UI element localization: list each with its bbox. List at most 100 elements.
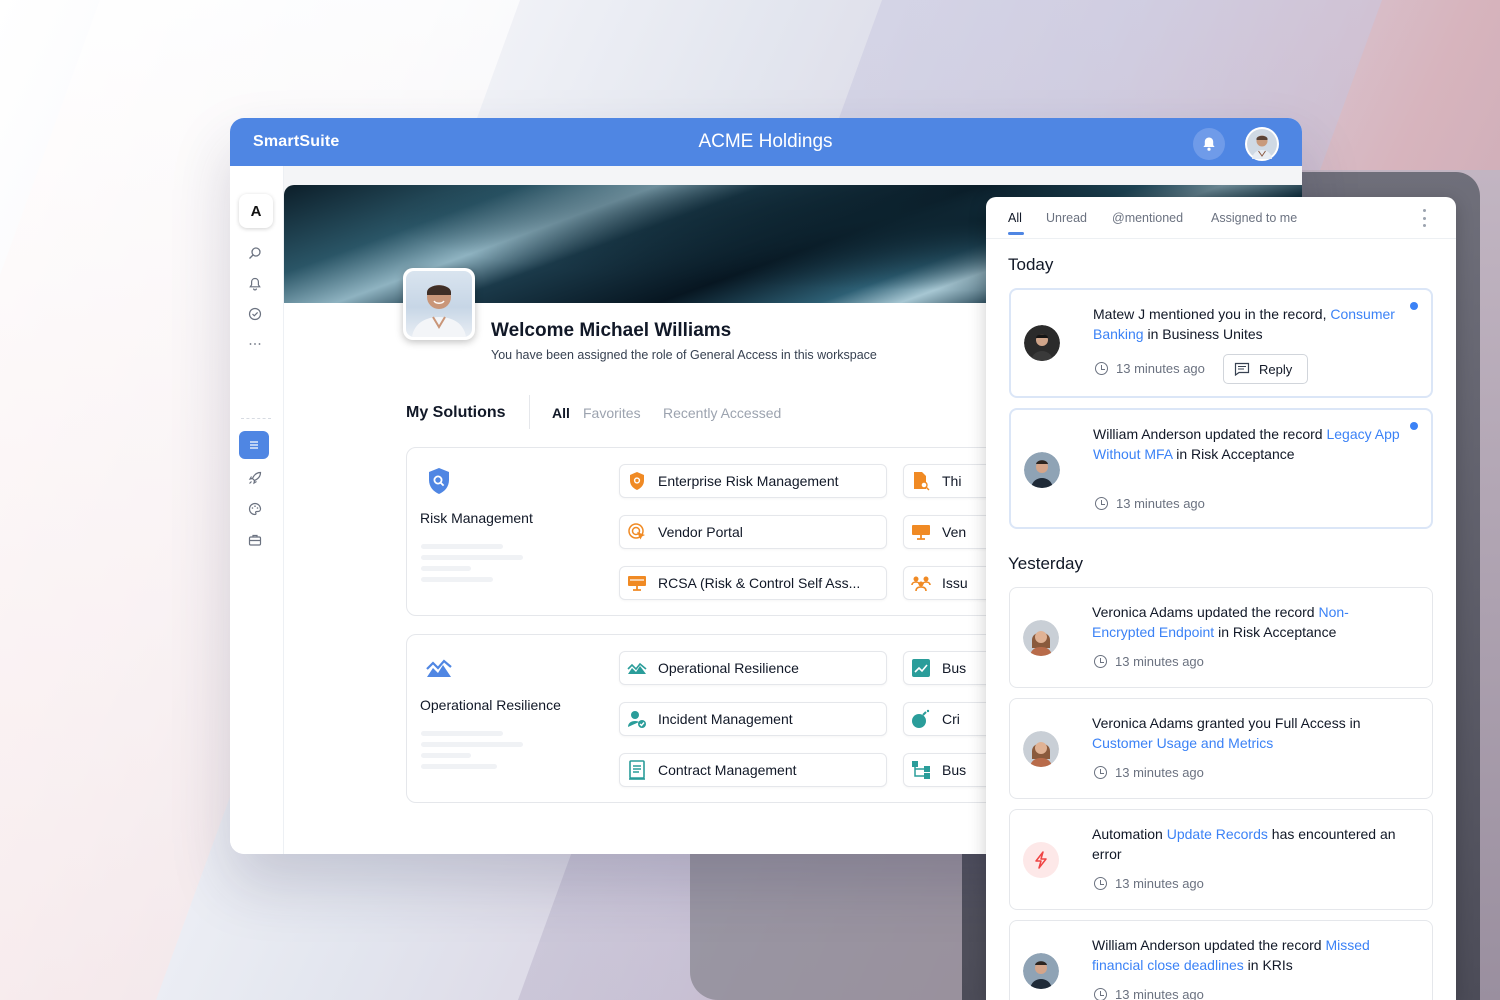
profile-photo bbox=[403, 268, 475, 340]
record-link[interactable]: Update Records bbox=[1167, 826, 1268, 842]
timestamp: 13 minutes ago bbox=[1094, 987, 1204, 1000]
palette-icon[interactable] bbox=[245, 499, 265, 519]
app-label: Incident Management bbox=[658, 711, 793, 727]
clock-icon bbox=[1095, 497, 1108, 510]
chart-up-icon bbox=[910, 657, 932, 679]
placeholder-line bbox=[421, 764, 497, 769]
bell-icon[interactable] bbox=[245, 274, 265, 294]
my-solutions-title: My Solutions bbox=[406, 404, 506, 421]
list-icon[interactable] bbox=[239, 431, 269, 459]
app-label: Operational Resilience bbox=[658, 660, 799, 676]
tab-favorites[interactable]: Favorites bbox=[583, 405, 641, 421]
notifications-panel: All Unread @mentioned Assigned to me Tod… bbox=[986, 197, 1456, 1000]
placeholder-line bbox=[421, 555, 523, 560]
timestamp: 13 minutes ago bbox=[1094, 765, 1204, 780]
clock-icon bbox=[1094, 988, 1107, 1000]
monitor-icon bbox=[910, 521, 932, 543]
clock-icon bbox=[1095, 362, 1108, 375]
profile-image bbox=[412, 285, 466, 337]
notification-item[interactable]: Veronica Adams updated the record Non-En… bbox=[1009, 587, 1433, 688]
app-incident-management[interactable]: Incident Management bbox=[619, 702, 887, 736]
lightning-icon bbox=[1035, 851, 1047, 869]
app-label: Bus bbox=[942, 660, 967, 676]
notification-item[interactable]: William Anderson updated the record Lega… bbox=[1009, 408, 1433, 529]
app-label: Contract Management bbox=[658, 762, 797, 778]
check-circle-icon[interactable] bbox=[245, 304, 265, 324]
notifications-button[interactable] bbox=[1193, 128, 1225, 160]
placeholder-line bbox=[421, 544, 503, 549]
workspace-badge[interactable]: A bbox=[239, 194, 273, 228]
placeholder-line bbox=[421, 731, 503, 736]
notification-tabs: All Unread @mentioned Assigned to me bbox=[986, 197, 1456, 239]
notification-text: Veronica Adams updated the record Non-En… bbox=[1092, 604, 1349, 640]
app-label: Issu bbox=[942, 575, 968, 591]
user-avatar[interactable] bbox=[1245, 127, 1279, 161]
tab-assigned-to-me[interactable]: Assigned to me bbox=[1211, 211, 1297, 225]
app-label: RCSA (Risk & Control Self Ass... bbox=[658, 575, 861, 591]
comment-icon bbox=[1234, 362, 1250, 376]
timestamp: 13 minutes ago bbox=[1094, 654, 1204, 669]
timestamp: 13 minutes ago bbox=[1094, 876, 1204, 891]
timestamp: 13 minutes ago bbox=[1095, 496, 1205, 511]
active-tab-indicator bbox=[1008, 232, 1024, 235]
clock-icon bbox=[1094, 655, 1107, 668]
tab-recently-accessed[interactable]: Recently Accessed bbox=[663, 405, 781, 421]
placeholder-line bbox=[421, 742, 523, 747]
placeholder-line bbox=[421, 753, 471, 758]
tab-unread[interactable]: Unread bbox=[1046, 211, 1087, 225]
avatar bbox=[1023, 953, 1059, 989]
solution-group-operational-resilience[interactable]: Operational Resilience Operational Resil… bbox=[406, 634, 1023, 803]
avatar bbox=[1024, 325, 1060, 361]
unread-indicator bbox=[1410, 302, 1418, 310]
search-icon[interactable] bbox=[245, 243, 265, 263]
rocket-icon[interactable] bbox=[245, 468, 265, 488]
document-icon bbox=[626, 759, 648, 781]
notification-text: William Anderson updated the record Miss… bbox=[1092, 937, 1370, 973]
avatar bbox=[1024, 452, 1060, 488]
tab-all-notifications[interactable]: All bbox=[1008, 211, 1022, 225]
record-link[interactable]: Customer Usage and Metrics bbox=[1092, 735, 1273, 751]
solution-group-risk-management[interactable]: Risk Management Enterprise Risk Manageme… bbox=[406, 447, 1023, 616]
chart-mountain-icon bbox=[626, 657, 648, 679]
notification-item[interactable]: William Anderson updated the record Miss… bbox=[1009, 920, 1433, 1000]
app-operational-resilience[interactable]: Operational Resilience bbox=[619, 651, 887, 685]
user-check-icon bbox=[626, 708, 648, 730]
more-vertical-icon[interactable] bbox=[1421, 209, 1427, 227]
document-search-icon bbox=[910, 470, 932, 492]
timestamp: 13 minutes ago bbox=[1095, 361, 1205, 376]
placeholder-line bbox=[421, 566, 471, 571]
app-label: Enterprise Risk Management bbox=[658, 473, 839, 489]
avatar-image bbox=[1247, 129, 1277, 159]
app-label: Thi bbox=[942, 473, 962, 489]
clock-icon bbox=[1094, 766, 1107, 779]
target-cursor-icon bbox=[626, 521, 648, 543]
app-vendor-portal[interactable]: Vendor Portal bbox=[619, 515, 887, 549]
notification-item[interactable]: Veronica Adams granted you Full Access i… bbox=[1009, 698, 1433, 799]
automation-avatar bbox=[1023, 842, 1059, 878]
shield-alert-icon bbox=[626, 470, 648, 492]
notification-text: Automation Update Records has encountere… bbox=[1092, 826, 1396, 862]
group-name: Operational Resilience bbox=[420, 697, 561, 713]
role-description: You have been assigned the role of Gener… bbox=[491, 348, 877, 362]
tab-mentioned[interactable]: @mentioned bbox=[1112, 211, 1183, 225]
briefcase-icon[interactable] bbox=[245, 530, 265, 550]
notification-item[interactable]: Automation Update Records has encountere… bbox=[1009, 809, 1433, 910]
notification-item[interactable]: Matew J mentioned you in the record, Con… bbox=[1009, 288, 1433, 398]
notification-text: William Anderson updated the record Lega… bbox=[1093, 426, 1400, 462]
unread-indicator bbox=[1410, 422, 1418, 430]
top-bar: SmartSuite ACME Holdings bbox=[230, 118, 1302, 166]
reply-button[interactable]: Reply bbox=[1223, 354, 1308, 384]
app-rcsa[interactable]: RCSA (Risk & Control Self Ass... bbox=[619, 566, 887, 600]
monitor-icon bbox=[626, 572, 648, 594]
sidebar-divider bbox=[241, 418, 271, 419]
app-contract-management[interactable]: Contract Management bbox=[619, 753, 887, 787]
bell-icon bbox=[1203, 137, 1215, 151]
app-label: Vendor Portal bbox=[658, 524, 743, 540]
solutions-divider bbox=[529, 395, 530, 429]
section-yesterday: Yesterday bbox=[1008, 554, 1083, 573]
more-icon[interactable] bbox=[245, 334, 265, 354]
tab-all[interactable]: All bbox=[552, 405, 570, 421]
notification-text: Veronica Adams granted you Full Access i… bbox=[1092, 715, 1361, 751]
placeholder-line bbox=[421, 577, 493, 582]
app-enterprise-risk-management[interactable]: Enterprise Risk Management bbox=[619, 464, 887, 498]
